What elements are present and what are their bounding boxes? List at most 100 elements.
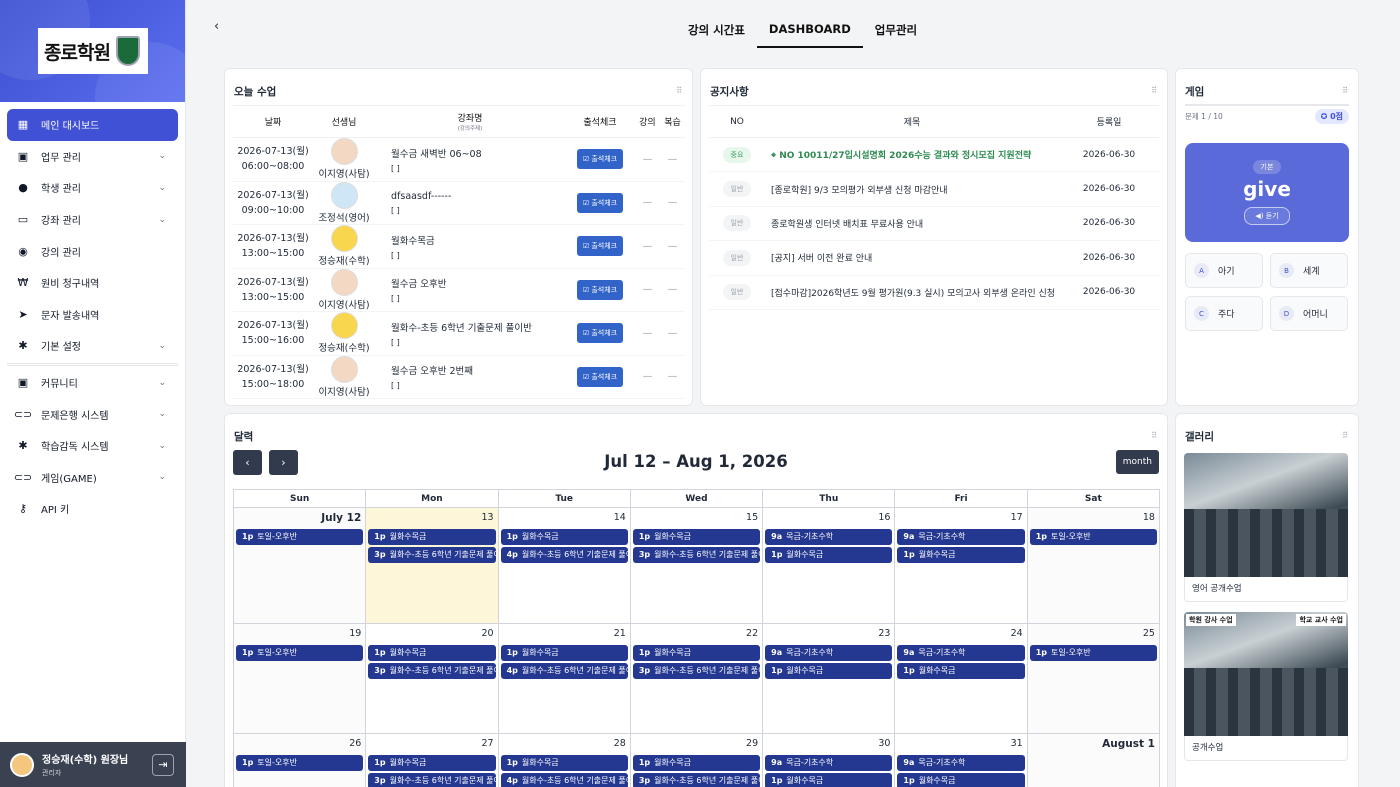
gallery-item[interactable]: 영어 공개수업 [1184, 453, 1348, 602]
attendance-button[interactable]: ☑ 출석체크 [576, 192, 624, 213]
drag-handle-icon[interactable]: ⠿ [1151, 86, 1157, 95]
answer-option-3[interactable]: D 어머니 [1270, 296, 1348, 331]
calendar-event[interactable]: 1p 월화수목금 [500, 529, 628, 545]
sidebar-item-12[interactable]: ⚷ API 키 [7, 493, 178, 525]
attendance-button[interactable]: ☑ 출석체크 [576, 323, 624, 344]
calendar-day[interactable]: 16 9a 목금-기초수학 1p 월화수목금 [763, 508, 896, 623]
calendar-day[interactable]: 201p월화수목금3p월화수-초등 6학년 기출문제 풀이반 [366, 624, 499, 733]
calendar-event[interactable]: 1p 월화수목금 [368, 529, 496, 545]
calendar-day[interactable]: 18 1p 토일-오후반 [1027, 508, 1159, 623]
calendar-event[interactable]: 3p월화수-초등 6학년 기출문제 풀이반 [632, 773, 761, 787]
calendar-event[interactable]: 9a 목금-기초수학 [765, 645, 893, 661]
notice-row[interactable]: 일반 [접수마감]2026학년도 9월 평가원(9.3 실시) 모의고사 외부생… [709, 275, 1159, 310]
calendar-day[interactable]: July 12 1p 토일-오후반 [234, 508, 367, 623]
calendar-event[interactable]: 3p월화수-초등 6학년 기출문제 풀이반 [368, 547, 496, 563]
calendar-event[interactable]: 1p 월화수목금 [368, 645, 496, 661]
drag-handle-icon[interactable]: ⠿ [1151, 431, 1157, 440]
calendar-event[interactable]: 1p 토일-오후반 [236, 755, 364, 771]
calendar-event[interactable]: 3p월화수-초등 6학년 기출문제 풀이반 [368, 773, 496, 787]
calendar-day[interactable]: August 1 [1027, 734, 1159, 787]
calendar-event[interactable]: 1p 토일-오후반 [236, 645, 364, 661]
sidebar-item-9[interactable]: ⊂⊃ 문제은행 시스템 ⌄ [7, 398, 178, 430]
sidebar-item-8[interactable]: ▣ 커뮤니티 ⌄ [7, 367, 178, 399]
gallery-item[interactable]: 학원 강사 수업 학교 교사 수업 공개수업 [1184, 612, 1348, 761]
attendance-button[interactable]: ☑ 출석체크 [576, 149, 624, 170]
notice-row[interactable]: 일반 [공지] 서버 이전 완료 안내 2026-06-30 [709, 240, 1159, 276]
calendar-event[interactable]: 9a 목금-기초수학 [897, 755, 1025, 771]
calendar-day[interactable]: 25 1p 토일-오후반 [1027, 624, 1159, 733]
calendar-event[interactable]: 9a 목금-기초수학 [897, 645, 1025, 661]
calendar-event[interactable]: 1p 월화수목금 [897, 663, 1025, 679]
calendar-event[interactable]: 1p 토일-오후반 [236, 529, 364, 545]
tab-2[interactable]: 업무관리 [863, 18, 929, 48]
attendance-button[interactable]: ☑ 출석체크 [576, 236, 624, 257]
calendar-event[interactable]: 4p월화수-초등 6학년 기출문제 풀이반 [500, 663, 628, 679]
calendar-day[interactable]: 30 9a 목금-기초수학 1p 월화수목금 [763, 734, 896, 787]
calendar-day[interactable]: 141p월화수목금4p월화수-초등 6학년 기출문제 풀이반 [499, 508, 631, 623]
sidebar-item-2[interactable]: ● 학생 관리 ⌄ [7, 172, 178, 204]
tab-1[interactable]: DASHBOARD [756, 18, 863, 48]
calendar-day[interactable]: 26 1p 토일-오후반 [234, 734, 367, 787]
calendar-next-button[interactable]: › [269, 450, 298, 475]
calendar-day[interactable]: 24 9a 목금-기초수학 1p 월화수목금 [895, 624, 1028, 733]
calendar-event[interactable]: 4p월화수-초등 6학년 기출문제 풀이반 [500, 547, 628, 563]
answer-option-1[interactable]: B 세계 [1270, 253, 1348, 288]
calendar-day[interactable]: 211p월화수목금4p월화수-초등 6학년 기출문제 풀이반 [499, 624, 631, 733]
calendar-day[interactable]: 23 9a 목금-기초수학 1p 월화수목금 [763, 624, 896, 733]
sidebar-item-7[interactable]: ✱ 기본 설정 ⌄ [7, 330, 178, 362]
sidebar-item-0[interactable]: ▦ 메인 대시보드 [7, 109, 178, 141]
month-view-button[interactable]: month [1115, 450, 1159, 474]
logout-button[interactable]: ⇥ [152, 753, 174, 776]
calendar-event[interactable]: 3p월화수-초등 6학년 기출문제 풀이반 [632, 547, 761, 563]
calendar-prev-button[interactable]: ‹ [233, 450, 262, 475]
calendar-event[interactable]: 1p 월화수목금 [632, 755, 761, 771]
calendar-event[interactable]: 3p월화수-초등 6학년 기출문제 풀이반 [632, 663, 761, 679]
calendar-event[interactable]: 9a 목금-기초수학 [765, 755, 893, 771]
sidebar-item-11[interactable]: ⊂⊃ 게임(GAME) ⌄ [7, 462, 178, 494]
attendance-button[interactable]: ☑ 출석체크 [576, 366, 624, 387]
calendar-event[interactable]: 1p 토일-오후반 [1029, 529, 1157, 545]
calendar-event[interactable]: 1p 월화수목금 [632, 529, 761, 545]
calendar-event[interactable]: 9a 목금-기초수학 [765, 529, 893, 545]
drag-handle-icon[interactable]: ⠿ [676, 86, 682, 95]
logo[interactable]: 종로학원 [38, 28, 148, 74]
calendar-event[interactable]: 3p월화수-초등 6학년 기출문제 풀이반 [368, 663, 496, 679]
sidebar-item-5[interactable]: ₩ 원비 청구내역 [7, 267, 178, 299]
sidebar-item-10[interactable]: ✱ 학습감독 시스템 ⌄ [7, 430, 178, 462]
notice-row[interactable]: 일반 종로학원생 인터넷 배치표 무료사용 안내 2026-06-30 [709, 206, 1159, 242]
sidebar-item-1[interactable]: ▣ 업무 관리 ⌄ [7, 141, 178, 173]
answer-option-0[interactable]: A 아기 [1185, 253, 1263, 288]
calendar-event[interactable]: 1p 토일-오후반 [1029, 645, 1157, 661]
sidebar-item-3[interactable]: ▭ 강좌 관리 ⌄ [7, 204, 178, 236]
calendar-event[interactable]: 1p 월화수목금 [765, 773, 893, 787]
sidebar-item-6[interactable]: ➤ 문자 발송내역 [7, 299, 178, 331]
calendar-event[interactable]: 1p 월화수목금 [368, 755, 496, 771]
notice-row[interactable]: 중요 ⌖ NO 10011/27입시설명회 2026수능 결과와 정시모집 지원… [709, 137, 1159, 173]
calendar-day[interactable]: 131p월화수목금3p월화수-초등 6학년 기출문제 풀이반 [366, 508, 499, 623]
calendar-day[interactable]: 271p월화수목금3p월화수-초등 6학년 기출문제 풀이반 [366, 734, 499, 787]
attendance-button[interactable]: ☑ 출석체크 [576, 279, 624, 300]
answer-option-2[interactable]: C 주다 [1185, 296, 1263, 331]
calendar-event[interactable]: 1p 월화수목금 [765, 547, 893, 563]
calendar-event[interactable]: 1p 월화수목금 [500, 755, 628, 771]
calendar-event[interactable]: 1p 월화수목금 [897, 547, 1025, 563]
calendar-day[interactable]: 31 9a 목금-기초수학 1p 월화수목금 [895, 734, 1028, 787]
notice-row[interactable]: 일반 [종로학원] 9/3 모의평가 외부생 신청 마감안내 2026-06-3… [709, 171, 1159, 207]
drag-handle-icon[interactable]: ⠿ [1342, 431, 1348, 440]
calendar-day[interactable]: 151p월화수목금3p월화수-초등 6학년 기출문제 풀이반 [631, 508, 764, 623]
calendar-event[interactable]: 1p 월화수목금 [765, 663, 893, 679]
sidebar-item-4[interactable]: ◉ 강의 관리 [7, 235, 178, 267]
calendar-event[interactable]: 1p 월화수목금 [897, 773, 1025, 787]
calendar-event[interactable]: 4p월화수-초등 6학년 기출문제 풀이반 [500, 773, 628, 787]
calendar-day[interactable]: 19 1p 토일-오후반 [234, 624, 367, 733]
calendar-event[interactable]: 1p 월화수목금 [632, 645, 761, 661]
calendar-day[interactable]: 17 9a 목금-기초수학 1p 월화수목금 [895, 508, 1028, 623]
back-button[interactable]: ‹ [214, 19, 219, 34]
calendar-event[interactable]: 9a 목금-기초수학 [897, 529, 1025, 545]
tab-0[interactable]: 강의 시간표 [676, 18, 757, 48]
calendar-day[interactable]: 281p월화수목금4p월화수-초등 6학년 기출문제 풀이반 [499, 734, 631, 787]
calendar-day[interactable]: 221p월화수목금3p월화수-초등 6학년 기출문제 풀이반 [631, 624, 764, 733]
calendar-event[interactable]: 1p 월화수목금 [500, 645, 628, 661]
drag-handle-icon[interactable]: ⠿ [1342, 86, 1348, 95]
calendar-day[interactable]: 291p월화수목금3p월화수-초등 6학년 기출문제 풀이반 [631, 734, 764, 787]
